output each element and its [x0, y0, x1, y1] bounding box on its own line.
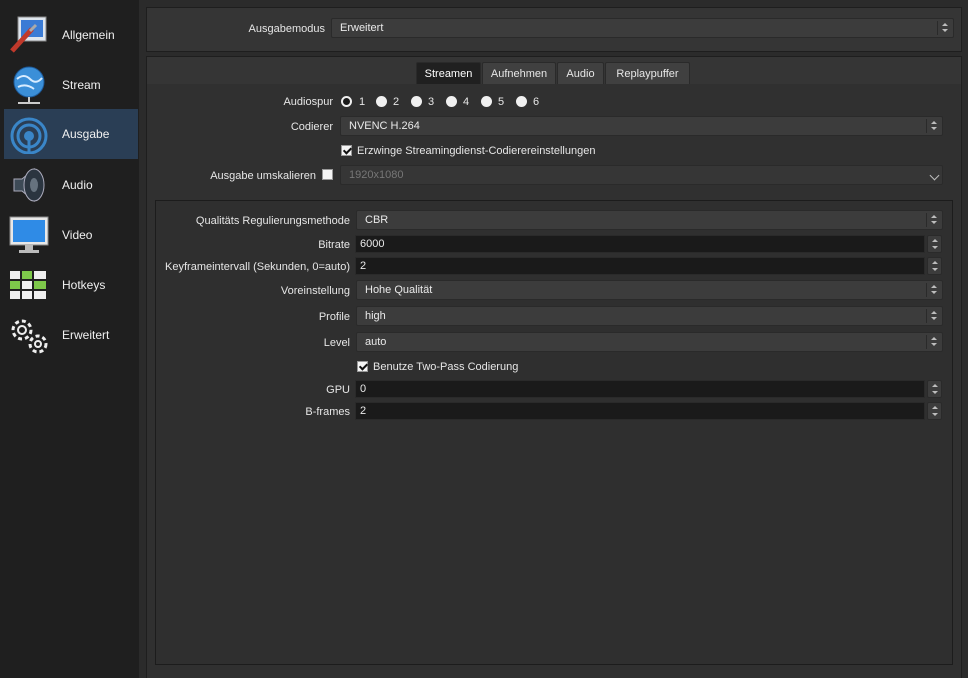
preset-value: Hohe Qualität: [365, 284, 433, 296]
profile-select[interactable]: high: [356, 306, 943, 326]
profile-value: high: [365, 310, 386, 322]
chevron-updown-icon: [937, 21, 951, 35]
keyframe-label: Keyframeintervall (Sekunden, 0=auto): [165, 261, 350, 273]
encoder-value: NVENC H.264: [349, 120, 420, 132]
audio-track-radio-2[interactable]: [376, 96, 387, 107]
gears-icon: [11, 319, 48, 354]
two-pass-checkbox[interactable]: [357, 361, 368, 372]
rescale-checkbox[interactable]: [322, 169, 333, 180]
audio-track-radio-5[interactable]: [481, 96, 492, 107]
gpu-stepper[interactable]: [927, 380, 942, 398]
bitrate-stepper[interactable]: [927, 235, 942, 253]
chevron-updown-icon: [926, 309, 940, 323]
sidebar-item-audio[interactable]: Audio: [4, 160, 138, 210]
output-mode-label: Ausgabemodus: [248, 23, 325, 35]
output-mode-value: Erweitert: [340, 22, 384, 34]
sidebar-item-label: Hotkeys: [62, 278, 106, 292]
rate-control-value: CBR: [365, 214, 389, 226]
tab-aufnehmen[interactable]: Aufnehmen: [482, 62, 556, 84]
enforce-settings-checkbox[interactable]: [341, 145, 352, 156]
keyboard-icon: [10, 271, 46, 299]
bitrate-label: Bitrate: [318, 239, 350, 251]
keyframe-value: 2: [360, 260, 367, 272]
settings-content: Ausgabemodus Erweitert Streamen Aufnehme…: [139, 0, 968, 678]
general-settings-icon: [10, 16, 47, 53]
audio-track-option-label: 2: [393, 96, 400, 108]
audio-track-label: Audiospur: [283, 96, 333, 108]
tab-audio[interactable]: Audio: [557, 62, 604, 84]
encoder-select[interactable]: NVENC H.264: [340, 116, 943, 136]
level-select[interactable]: auto: [356, 332, 943, 352]
rescale-label: Ausgabe umskalieren: [210, 170, 316, 182]
audio-track-radio-3[interactable]: [411, 96, 422, 107]
chevron-down-icon: [929, 170, 940, 181]
sidebar-item-allgemein[interactable]: Allgemein: [4, 10, 138, 60]
preset-label: Voreinstellung: [280, 285, 350, 297]
sidebar-item-video[interactable]: Video: [4, 210, 138, 260]
rescale-value: 1920x1080: [349, 169, 404, 181]
audio-track-radio-6[interactable]: [516, 96, 527, 107]
speaker-icon: [13, 167, 45, 203]
sidebar-item-label: Video: [62, 228, 93, 242]
settings-window: Allgemein Stream Ausgabe Audio Video Hot…: [0, 0, 968, 678]
enforce-settings-label: Erzwinge Streamingdienst-Codierereinstel…: [357, 145, 596, 157]
keyframe-input[interactable]: 2: [355, 257, 925, 275]
bframes-stepper[interactable]: [927, 402, 942, 420]
audio-track-option-label: 6: [533, 96, 540, 108]
gpu-value: 0: [360, 383, 367, 395]
rate-control-select[interactable]: CBR: [356, 210, 943, 230]
sidebar-item-label: Ausgabe: [62, 127, 110, 141]
bframes-label: B-frames: [305, 406, 350, 418]
settings-sidebar: Allgemein Stream Ausgabe Audio Video Hot…: [0, 0, 139, 678]
encoder-label: Codierer: [290, 121, 333, 133]
profile-label: Profile: [318, 311, 350, 323]
sidebar-item-erweitert[interactable]: Erweitert: [4, 310, 138, 360]
audio-track-radio-1[interactable]: [341, 96, 352, 107]
rescale-select[interactable]: 1920x1080: [340, 165, 943, 185]
keyframe-stepper[interactable]: [927, 257, 942, 275]
audio-track-radio-4[interactable]: [446, 96, 457, 107]
globe-network-icon: [13, 66, 45, 104]
level-value: auto: [365, 336, 387, 348]
audio-track-option-label: 5: [498, 96, 505, 108]
sidebar-item-label: Stream: [62, 78, 101, 92]
bitrate-value: 6000: [360, 238, 385, 250]
two-pass-label: Benutze Two-Pass Codierung: [373, 361, 519, 373]
output-mode-select[interactable]: Erweitert: [331, 18, 954, 38]
sidebar-item-stream[interactable]: Stream: [4, 60, 138, 110]
monitor-icon: [9, 216, 49, 253]
audio-track-option-label: 3: [428, 96, 435, 108]
gpu-input[interactable]: 0: [355, 380, 925, 398]
chevron-updown-icon: [926, 335, 940, 349]
broadcast-antenna-icon: [10, 117, 48, 154]
sidebar-item-label: Allgemein: [62, 28, 115, 42]
sidebar-item-label: Audio: [62, 178, 93, 192]
audio-track-option-label: 1: [359, 96, 366, 108]
sidebar-item-hotkeys[interactable]: Hotkeys: [4, 260, 138, 310]
gpu-label: GPU: [326, 384, 350, 396]
tab-streamen[interactable]: Streamen: [416, 62, 481, 84]
audio-track-option-label: 4: [463, 96, 470, 108]
chevron-updown-icon: [926, 213, 940, 227]
sidebar-item-ausgabe[interactable]: Ausgabe: [4, 109, 138, 159]
rate-control-label: Qualitäts Regulierungsmethode: [195, 215, 350, 227]
chevron-updown-icon: [926, 119, 940, 133]
bframes-input[interactable]: 2: [355, 402, 925, 420]
bframes-value: 2: [360, 405, 367, 417]
bitrate-input[interactable]: 6000: [355, 235, 925, 253]
sidebar-item-label: Erweitert: [62, 328, 110, 342]
preset-select[interactable]: Hohe Qualität: [356, 280, 943, 300]
chevron-updown-icon: [926, 283, 940, 297]
level-label: Level: [323, 337, 350, 349]
tab-replaypuffer[interactable]: Replaypuffer: [605, 62, 690, 84]
